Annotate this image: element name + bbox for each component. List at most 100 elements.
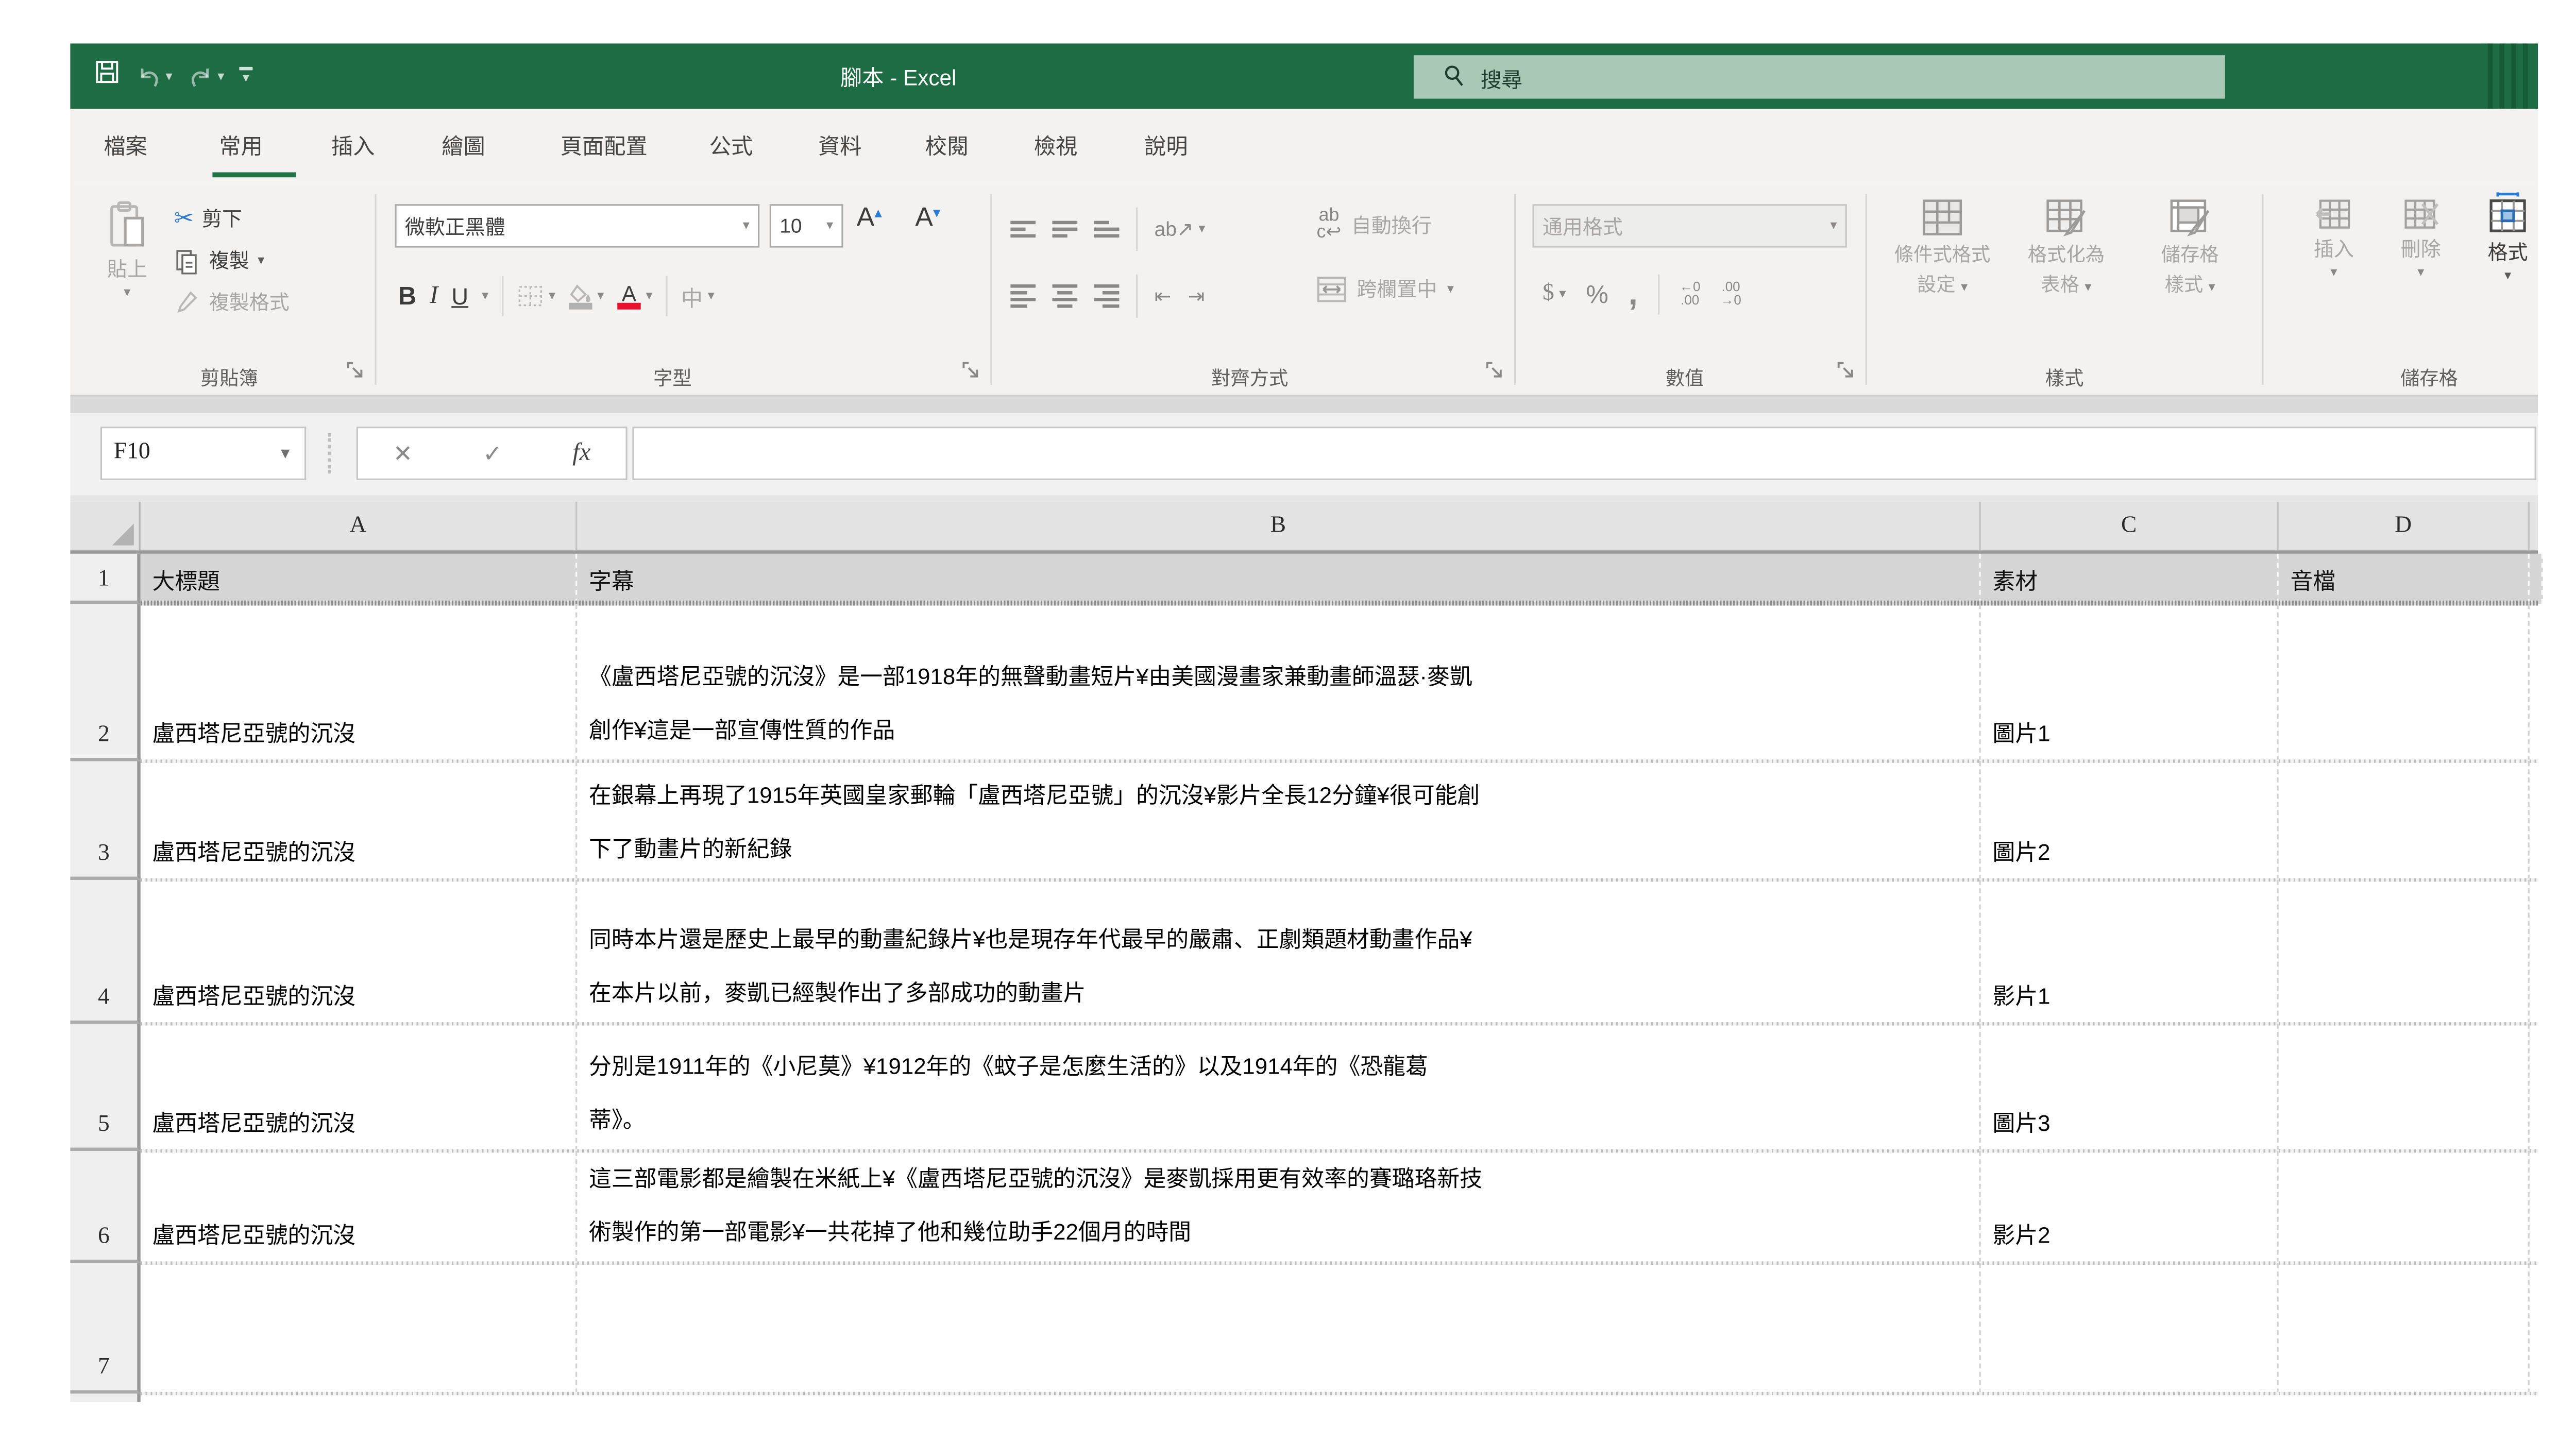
cell-B1[interactable]: 字幕 <box>577 554 1980 604</box>
italic-button[interactable]: I <box>430 282 438 310</box>
tab-home[interactable]: 常用 <box>209 109 273 179</box>
currency-button[interactable]: $ ▾ <box>1543 281 1566 308</box>
cell-A2[interactable]: 盧西塔尼亞號的沉沒 <box>141 604 578 761</box>
font-name-select[interactable]: 微軟正黑體 ▾ <box>395 204 759 247</box>
borders-button[interactable]: ▾ <box>517 283 555 310</box>
cell-B6[interactable]: 這三部電影都是繪製在米紙上¥《盧西塔尼亞號的沉沒》是麥凱採用更有效率的賽璐珞新技… <box>577 1151 1980 1263</box>
alignment-dialog-launcher[interactable] <box>1486 361 1506 381</box>
comma-button[interactable]: , <box>1629 275 1638 314</box>
name-box[interactable]: F10 ▼ <box>100 427 306 480</box>
font-color-button[interactable]: A ▾ <box>617 283 652 309</box>
cell-A6[interactable]: 盧西塔尼亞號的沉沒 <box>141 1151 578 1263</box>
cell-B4[interactable]: 同時本片還是歷史上最早的動畫紀錄片¥也是現存年代最早的嚴肅、正劇類題材動畫作品¥… <box>577 880 1980 1024</box>
orientation-button[interactable]: ab↗ ▾ <box>1155 217 1206 241</box>
column-header-a[interactable]: A <box>141 502 578 550</box>
enter-button[interactable]: ✓ <box>483 439 502 467</box>
merge-center-button[interactable]: 跨欄置中 ▾ <box>1317 275 1454 303</box>
cell-C1[interactable]: 素材 <box>1981 554 2279 604</box>
increase-decimal-button[interactable]: ←0.00 <box>1680 281 1700 308</box>
cell-C7[interactable] <box>1981 1263 2279 1394</box>
fill-color-button[interactable]: ▾ <box>569 283 604 309</box>
align-bottom-button[interactable] <box>1094 221 1120 237</box>
cell-A3[interactable]: 盧西塔尼亞號的沉沒 <box>141 761 578 880</box>
format-painter-button[interactable]: 複製格式 <box>174 281 290 323</box>
font-dialog-launcher[interactable] <box>962 361 982 381</box>
column-header-b[interactable]: B <box>577 502 1980 550</box>
column-header-d[interactable]: D <box>2279 502 2530 550</box>
tab-page-layout[interactable]: 頁面配置 <box>550 109 657 179</box>
cell-styles-button[interactable]: 儲存格 樣式 ▾ <box>2134 197 2245 298</box>
row-header-2[interactable]: 2 <box>70 604 140 761</box>
tab-draw[interactable]: 繪圖 <box>432 109 495 179</box>
cell-A7[interactable] <box>141 1263 578 1394</box>
column-header-c[interactable]: C <box>1981 502 2279 550</box>
clipboard-dialog-launcher[interactable] <box>346 361 366 381</box>
bold-button[interactable]: B <box>398 282 416 310</box>
cell-B5[interactable]: 分別是1911年的《小尼莫》¥1912年的《蚊子是怎麼生活的》以及1914年的《… <box>577 1024 1980 1151</box>
cell-C3[interactable]: 圖片2 <box>1981 761 2279 880</box>
number-dialog-launcher[interactable] <box>1837 361 1857 381</box>
cell-D2[interactable] <box>2279 604 2530 761</box>
cell-A1[interactable]: 大標題 <box>141 554 578 604</box>
format-cells-button[interactable]: 格式 ▾ <box>2469 191 2546 283</box>
font-size-select[interactable]: 10 ▾ <box>770 204 843 247</box>
cell-B7[interactable] <box>577 1263 1980 1394</box>
tab-data[interactable]: 資料 <box>808 109 871 179</box>
cell-C2[interactable]: 圖片1 <box>1981 604 2279 761</box>
conditional-formatting-button[interactable]: 條件式格式 設定 ▾ <box>1887 197 1997 298</box>
align-center-button[interactable] <box>1053 284 1078 308</box>
number-format-select[interactable]: 通用格式 ▾ <box>1532 204 1846 247</box>
tab-insert[interactable]: 插入 <box>321 109 384 179</box>
cell-A5[interactable]: 盧西塔尼亞號的沉沒 <box>141 1024 578 1151</box>
column-header-e-partial[interactable] <box>2530 502 2538 550</box>
tab-help[interactable]: 說明 <box>1134 109 1198 179</box>
cell-D7[interactable] <box>2279 1263 2530 1394</box>
cut-button[interactable]: ✂ 剪下 <box>174 197 290 239</box>
cell-B2[interactable]: 《盧西塔尼亞號的沉沒》是一部1918年的無聲動畫短片¥由美國漫畫家兼動畫師溫瑟·… <box>577 604 1980 761</box>
insert-function-button[interactable]: fx <box>572 439 590 467</box>
increase-font-button[interactable]: A▴ <box>857 204 882 234</box>
row-header-4[interactable]: 4 <box>70 880 140 1024</box>
phonetic-guide-button[interactable]: 中 ▾ <box>681 280 715 312</box>
wrap-text-button[interactable]: abc↩ 自動換行 <box>1317 208 1432 241</box>
copy-button[interactable]: 複製 ▾ <box>174 239 290 281</box>
cell-C5[interactable]: 圖片3 <box>1981 1024 2279 1151</box>
row-header-3[interactable]: 3 <box>70 761 140 880</box>
cell-D6[interactable] <box>2279 1151 2530 1263</box>
increase-indent-button[interactable]: ⇥ <box>1188 284 1205 308</box>
cell-D3[interactable] <box>2279 761 2530 880</box>
cancel-button[interactable]: ✕ <box>393 439 413 467</box>
cell-C4[interactable]: 影片1 <box>1981 880 2279 1024</box>
customize-qat-button[interactable]: ▾ <box>239 67 252 86</box>
select-all-button[interactable] <box>70 502 140 550</box>
tab-formulas[interactable]: 公式 <box>699 109 762 179</box>
formula-input[interactable] <box>632 427 2536 480</box>
cell-D1[interactable]: 音檔 <box>2279 554 2530 604</box>
delete-cells-button[interactable]: 刪除 ▾ <box>2382 197 2459 279</box>
undo-button[interactable]: ▾ <box>135 63 172 90</box>
decrease-indent-button[interactable]: ⇤ <box>1155 284 1172 308</box>
tab-view[interactable]: 檢視 <box>1024 109 1087 179</box>
paste-button[interactable]: 貼上 ▾ <box>90 201 164 300</box>
cell-C6[interactable]: 影片2 <box>1981 1151 2279 1263</box>
align-right-button[interactable] <box>1094 284 1120 308</box>
redo-button[interactable]: ▾ <box>188 63 224 90</box>
row-header-6[interactable]: 6 <box>70 1151 140 1263</box>
cell-D5[interactable] <box>2279 1024 2530 1151</box>
row-header-5[interactable]: 5 <box>70 1024 140 1151</box>
cell-D4[interactable] <box>2279 880 2530 1024</box>
row-header-1[interactable]: 1 <box>70 554 140 604</box>
save-icon[interactable] <box>94 59 121 94</box>
align-left-button[interactable] <box>1010 284 1036 308</box>
tab-review[interactable]: 校閱 <box>915 109 978 179</box>
format-as-table-button[interactable]: 格式化為 表格 ▾ <box>2011 197 2121 298</box>
tab-file[interactable]: 檔案 <box>94 109 157 179</box>
row-header-7[interactable]: 7 <box>70 1263 140 1394</box>
decrease-decimal-button[interactable]: .00→0 <box>1720 281 1741 308</box>
align-middle-button[interactable] <box>1053 221 1078 237</box>
decrease-font-button[interactable]: A▾ <box>915 204 940 234</box>
search-input[interactable]: 搜尋 <box>1414 55 2225 98</box>
cell-A4[interactable]: 盧西塔尼亞號的沉沒 <box>141 880 578 1024</box>
insert-cells-button[interactable]: 插入 ▾ <box>2295 197 2372 279</box>
formula-bar-divider[interactable] <box>328 433 331 473</box>
